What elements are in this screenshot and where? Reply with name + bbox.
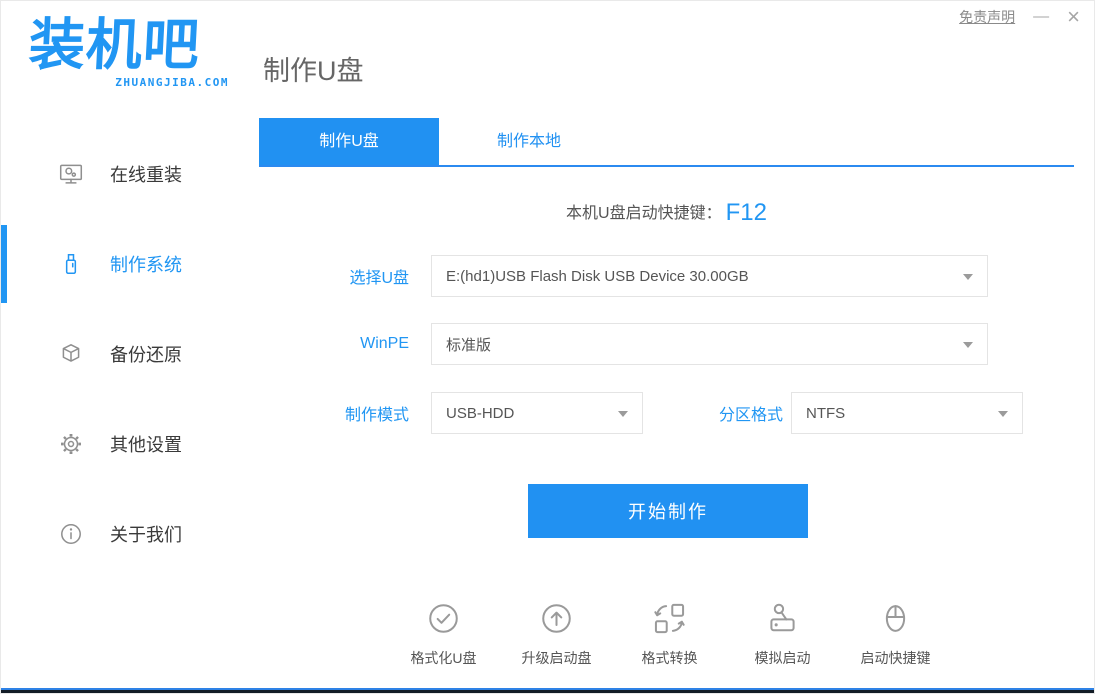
winpe-label: WinPE — [259, 335, 409, 353]
tool-label: 格式化U盘 — [387, 648, 500, 668]
sidebar-item-label: 其他设置 — [110, 431, 182, 457]
tab-bar: 制作U盘 制作本地 — [259, 118, 1074, 165]
check-circle-icon — [425, 624, 462, 641]
close-icon[interactable]: × — [1067, 6, 1080, 28]
tools-bar: 格式化U盘 升级启动盘 格式转换 — [387, 600, 952, 668]
sidebar-item-label: 在线重装 — [110, 161, 182, 187]
tool-label: 升级启动盘 — [500, 648, 613, 668]
tool-simulate-boot[interactable]: 模拟启动 — [726, 600, 839, 668]
make-mode-label: 制作模式 — [259, 401, 409, 425]
sidebar-item-label: 关于我们 — [110, 521, 182, 547]
make-mode-dropdown[interactable]: USB-HDD — [431, 392, 643, 434]
chevron-down-icon — [618, 411, 628, 417]
start-make-button[interactable]: 开始制作 — [528, 484, 808, 538]
sidebar-item-other-settings[interactable]: 其他设置 — [1, 399, 241, 489]
tool-upgrade-boot-disk[interactable]: 升级启动盘 — [500, 600, 613, 668]
mouse-icon — [877, 624, 914, 641]
sidebar: 在线重装 制作系统 备份还原 — [1, 129, 241, 579]
sidebar-item-online-reinstall[interactable]: 在线重装 — [1, 129, 241, 219]
gear-icon — [58, 431, 84, 457]
minimize-icon[interactable]: — — [1033, 9, 1049, 25]
tab-underline — [259, 165, 1074, 167]
boot-hotkey-line: 本机U盘启动快捷键：F12 — [259, 199, 1074, 227]
sidebar-item-label: 备份还原 — [110, 341, 182, 367]
partition-format-dropdown[interactable]: NTFS — [791, 392, 1023, 434]
make-mode-value: USB-HDD — [446, 405, 514, 422]
tool-label: 格式转换 — [613, 648, 726, 668]
tab-make-usb[interactable]: 制作U盘 — [259, 118, 439, 165]
usb-select-label: 选择U盘 — [259, 264, 409, 288]
chevron-down-icon — [963, 274, 973, 280]
winpe-dropdown[interactable]: 标准版 — [431, 323, 988, 365]
joystick-icon — [764, 624, 801, 641]
usb-select-value: E:(hd1)USB Flash Disk USB Device 30.00GB — [446, 268, 749, 285]
partition-format-label: 分区格式 — [678, 401, 783, 425]
tool-boot-hotkey[interactable]: 启动快捷键 — [839, 600, 952, 668]
window-bottom-accent — [1, 688, 1094, 693]
usb-select-row: 选择U盘 E:(hd1)USB Flash Disk USB Device 30… — [259, 255, 988, 297]
sidebar-item-label: 制作系统 — [110, 251, 182, 277]
backup-box-icon — [58, 341, 84, 367]
winpe-row: WinPE 标准版 — [259, 323, 988, 365]
logo-text: 装机吧 — [27, 9, 231, 82]
monitor-icon — [58, 161, 84, 187]
page-title: 制作U盘 — [263, 49, 364, 88]
sidebar-item-backup-restore[interactable]: 备份还原 — [1, 309, 241, 399]
chevron-down-icon — [963, 342, 973, 348]
partition-format-value: NTFS — [806, 405, 845, 422]
main-content: 制作U盘 制作本地 本机U盘启动快捷键：F12 选择U盘 E:(hd1)USB … — [259, 118, 1074, 688]
boot-hotkey-label: 本机U盘启动快捷键： — [566, 205, 722, 222]
sidebar-item-about-us[interactable]: 关于我们 — [1, 489, 241, 579]
winpe-value: 标准版 — [446, 334, 491, 355]
tab-make-local[interactable]: 制作本地 — [439, 118, 619, 165]
usb-drive-icon — [58, 251, 84, 277]
bottom-bar-dark — [1, 690, 1094, 693]
info-icon — [58, 521, 84, 547]
convert-icon — [651, 624, 688, 641]
tool-label: 模拟启动 — [726, 648, 839, 668]
boot-hotkey-value: F12 — [726, 199, 767, 226]
disclaimer-link[interactable]: 免责声明 — [959, 7, 1015, 27]
app-window: 免责声明 — × 装机吧 ZHUANGJIBA.COM 制作U盘 在线重装 — [0, 0, 1095, 694]
usb-select-dropdown[interactable]: E:(hd1)USB Flash Disk USB Device 30.00GB — [431, 255, 988, 297]
tool-format-usb[interactable]: 格式化U盘 — [387, 600, 500, 668]
mode-partition-row: 制作模式 USB-HDD 分区格式 NTFS — [259, 392, 1023, 434]
sidebar-item-make-system[interactable]: 制作系统 — [1, 219, 241, 309]
tool-format-convert[interactable]: 格式转换 — [613, 600, 726, 668]
titlebar-controls: 免责声明 — × — [959, 6, 1080, 28]
arrow-up-circle-icon — [538, 624, 575, 641]
chevron-down-icon — [998, 411, 1008, 417]
tool-label: 启动快捷键 — [839, 648, 952, 668]
app-logo: 装机吧 ZHUANGJIBA.COM — [29, 9, 229, 89]
